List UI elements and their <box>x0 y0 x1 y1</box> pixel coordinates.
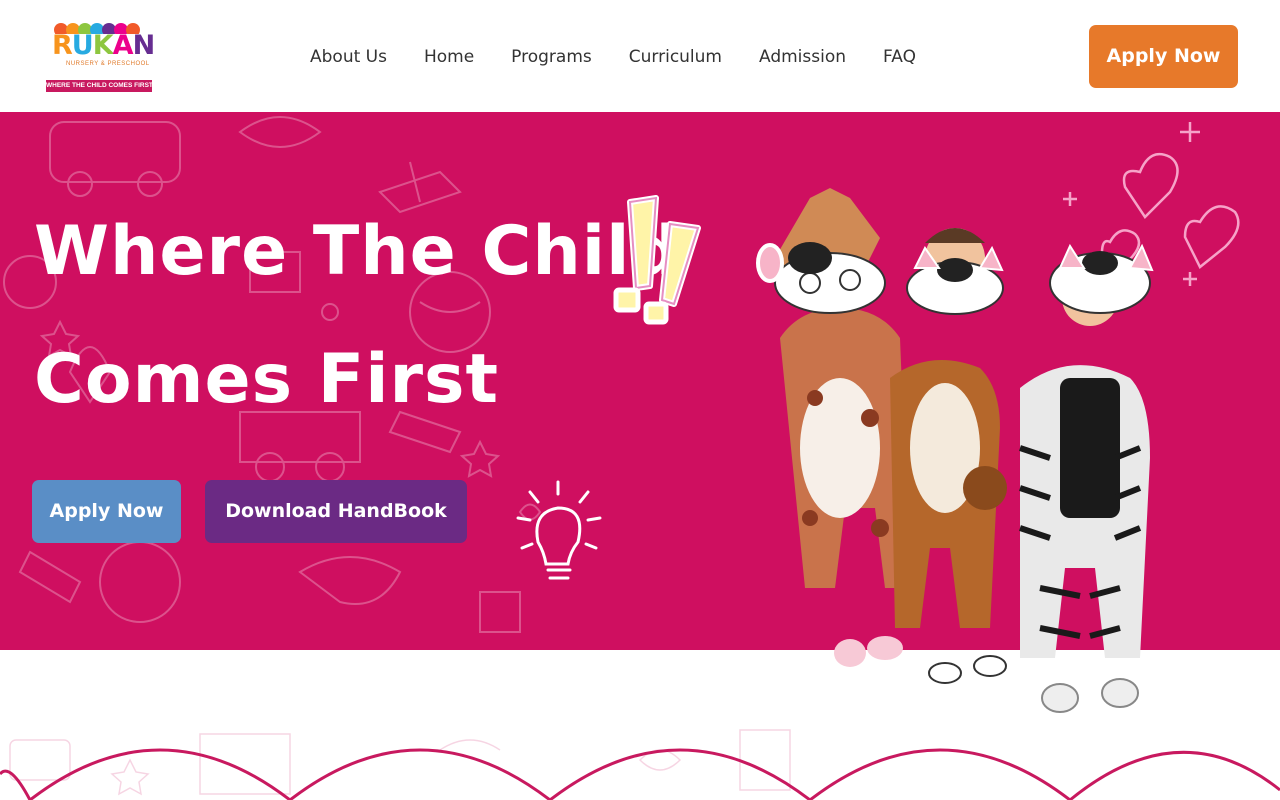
header-apply-now-button[interactable]: Apply Now <box>1089 25 1238 88</box>
main-nav: About Us Home Programs Curriculum Admiss… <box>310 44 916 70</box>
logo-tagline: WHERE THE CHILD COMES FIRST <box>46 80 152 92</box>
nav-faq[interactable]: FAQ <box>883 44 916 70</box>
logo-wordmark: RUKAN <box>52 30 155 61</box>
zebra-costume-kid <box>1019 243 1154 713</box>
hero-title-line1: Where The Child <box>34 212 681 291</box>
download-handbook-button[interactable]: Download HandBook <box>205 480 467 543</box>
nav-home[interactable]: Home <box>424 44 474 70</box>
hero-title-line2: Comes First <box>34 340 500 419</box>
hero-apply-now-button[interactable]: Apply Now <box>32 480 181 543</box>
giraffe-costume-kid <box>756 188 910 667</box>
lion-costume-kid <box>890 228 1007 684</box>
lower-scallop-arcs <box>0 748 1280 800</box>
rukan-logo[interactable]: RUKAN NURSERY & PRESCHOOL WHERE THE CHIL… <box>44 18 155 94</box>
site-header: RUKAN NURSERY & PRESCHOOL WHERE THE CHIL… <box>0 0 1280 112</box>
lightbulb-doodle-icon <box>516 480 602 580</box>
nav-programs[interactable]: Programs <box>511 44 592 70</box>
exclamation-sticker-icon <box>613 195 701 325</box>
nav-about-us[interactable]: About Us <box>310 44 387 70</box>
logo-subtitle: NURSERY & PRESCHOOL <box>66 61 150 67</box>
nav-admission[interactable]: Admission <box>759 44 846 70</box>
kids-in-animal-costumes-image <box>756 188 1154 713</box>
nav-curriculum[interactable]: Curriculum <box>629 44 722 70</box>
